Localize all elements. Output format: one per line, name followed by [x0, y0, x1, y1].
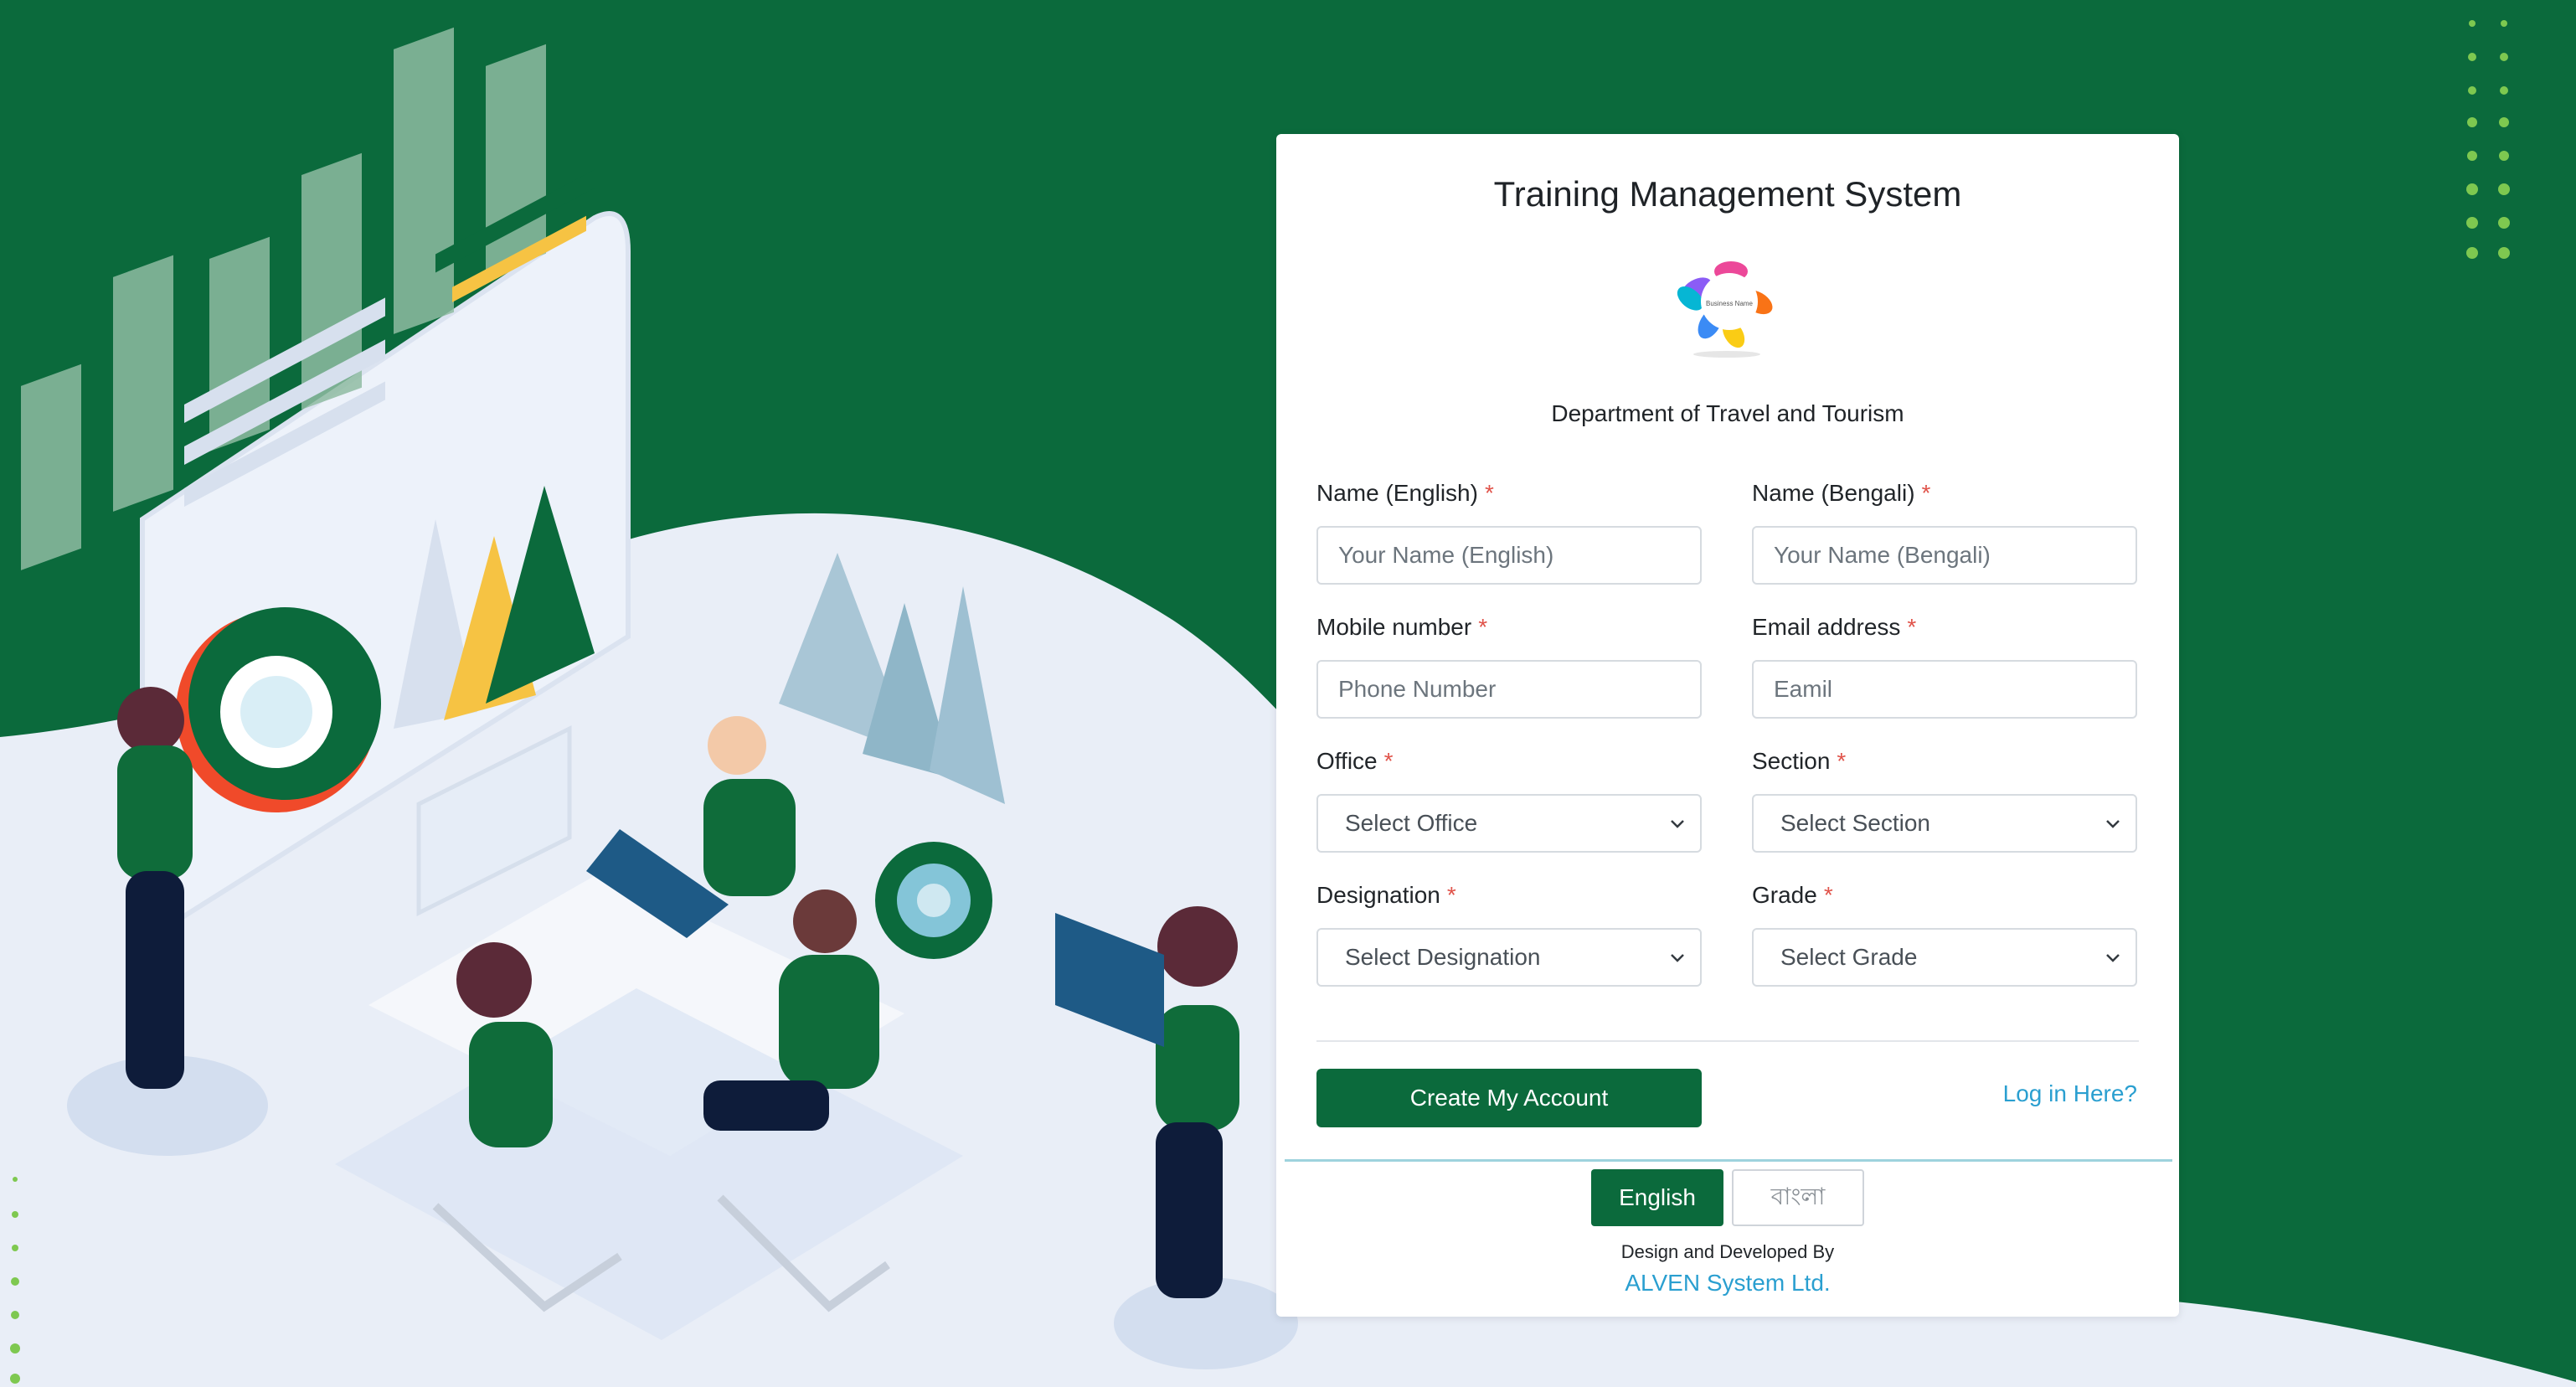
grade-select[interactable]: Select Grade — [1752, 928, 2137, 987]
required-mark: * — [1837, 748, 1847, 774]
chevron-down-icon — [2106, 820, 2120, 828]
required-mark: * — [1921, 480, 1931, 506]
page-title: Training Management System — [1493, 174, 1962, 214]
chevron-down-icon — [1671, 820, 1684, 828]
mobile-input[interactable]: Phone Number — [1316, 660, 1702, 719]
designation-label: Designation * — [1316, 882, 1456, 908]
required-mark: * — [1478, 614, 1488, 640]
logo-text: Business Name — [1706, 300, 1754, 307]
name-english-input[interactable]: Your Name (English) — [1316, 526, 1702, 585]
form-divider — [1316, 1040, 2139, 1042]
create-account-button[interactable]: Create My Account — [1316, 1069, 1702, 1127]
office-label: Office * — [1316, 748, 1394, 774]
mobile-label: Mobile number * — [1316, 614, 1488, 640]
required-mark: * — [1907, 614, 1917, 640]
company-link[interactable]: ALVEN System Ltd. — [1276, 1270, 2179, 1297]
email-label: Email address * — [1752, 614, 1917, 640]
login-link[interactable]: Log in Here? — [2003, 1080, 2137, 1107]
designation-select[interactable]: Select Designation — [1316, 928, 1702, 987]
language-bangla-button[interactable]: বাংলা — [1732, 1169, 1864, 1226]
email-input[interactable]: Eamil — [1752, 660, 2137, 719]
name-bengali-label: Name (Bengali) * — [1752, 480, 1931, 506]
chevron-down-icon — [1671, 954, 1684, 962]
required-mark: * — [1823, 882, 1833, 908]
chevron-down-icon — [2106, 954, 2120, 962]
name-bengali-input[interactable]: Your Name (Bengali) — [1752, 526, 2137, 585]
required-mark: * — [1383, 748, 1394, 774]
department-name: Department of Travel and Tourism — [1551, 400, 1904, 426]
office-select[interactable]: Select Office — [1316, 794, 1702, 853]
section-label: Section * — [1752, 748, 1847, 774]
footer-divider — [1285, 1159, 2172, 1162]
dots-decoration-bottom-left — [10, 1177, 20, 1384]
dots-decoration-top-right — [2466, 20, 2510, 259]
registration-card: Training Management System Business Name… — [1276, 134, 2179, 1317]
language-english-button[interactable]: English — [1591, 1169, 1723, 1226]
section-select[interactable]: Select Section — [1752, 794, 2137, 853]
grade-label: Grade * — [1752, 882, 1833, 908]
business-logo: Business Name — [1677, 261, 1773, 358]
name-english-label: Name (English) * — [1316, 480, 1494, 506]
credit-text: Design and Developed By — [1620, 1241, 1835, 1262]
required-mark: * — [1446, 882, 1456, 908]
required-mark: * — [1484, 480, 1494, 506]
